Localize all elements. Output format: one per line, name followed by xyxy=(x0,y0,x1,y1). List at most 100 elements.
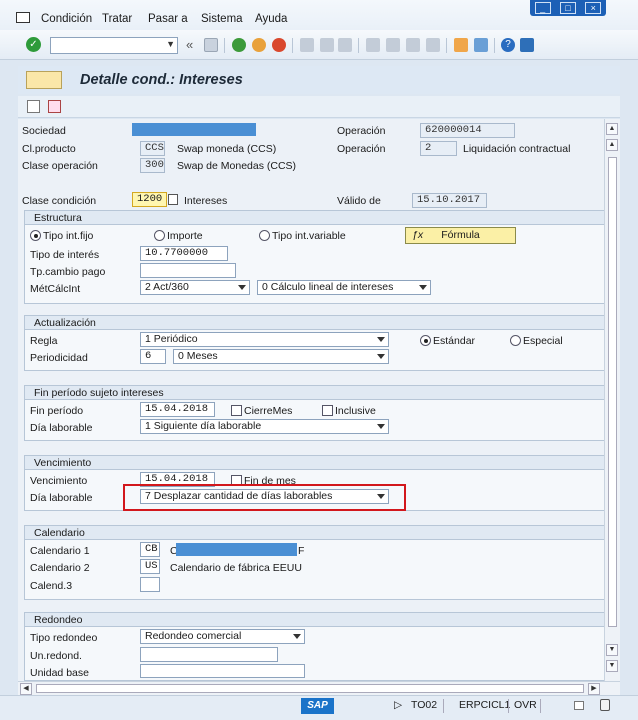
tipo-interes-field[interactable]: 10.7700000 xyxy=(140,246,228,261)
radio-tipo-int-fijo[interactable] xyxy=(30,230,41,241)
regla-dropdown[interactable]: 1 Periódico xyxy=(140,332,389,347)
metcalc-dropdown[interactable]: 2 Act/360 xyxy=(140,280,250,295)
regla-label: Regla xyxy=(30,335,58,347)
chevron-down-icon xyxy=(293,634,301,639)
scroll-thumb[interactable] xyxy=(36,684,584,693)
app-menu-icon[interactable] xyxy=(16,12,30,23)
window-controls: _ □ × xyxy=(530,0,606,16)
new-session-icon[interactable] xyxy=(454,38,468,52)
menu-ayuda[interactable]: Ayuda xyxy=(255,13,287,25)
metcalc-label: MétCálcInt xyxy=(30,283,81,295)
find-next-icon[interactable] xyxy=(338,38,352,52)
calc-lineal-dropdown[interactable]: 0 Cálculo lineal de intereses xyxy=(257,280,431,295)
clproducto-label: Cl.producto xyxy=(22,143,76,155)
scroll-down-icon[interactable]: ▼ xyxy=(606,660,618,672)
scroll-up-icon[interactable]: ▲ xyxy=(606,139,618,151)
tp-cambio-field[interactable] xyxy=(140,263,236,278)
tipo-redondeo-label: Tipo redondeo xyxy=(30,632,98,644)
tipo-redondeo-dropdown[interactable]: Redondeo comercial xyxy=(140,629,305,644)
operacion-field[interactable]: 620000014 xyxy=(420,123,515,138)
calendario1-text-suffix: F xyxy=(298,545,305,557)
value-help-icon[interactable] xyxy=(168,194,178,205)
menu-pasar-a[interactable]: Pasar a xyxy=(148,13,188,25)
shortcut-icon[interactable] xyxy=(474,38,488,52)
unredond-field[interactable] xyxy=(140,647,278,662)
help-icon[interactable]: ? xyxy=(501,38,515,52)
copy-icon[interactable] xyxy=(27,100,40,113)
horizontal-scrollbar[interactable]: ◀ ▶ xyxy=(18,681,620,695)
cierremes-checkbox[interactable] xyxy=(231,405,242,416)
meses-dropdown[interactable]: 0 Meses xyxy=(173,349,389,364)
status-field-icon[interactable] xyxy=(574,701,584,710)
close-icon[interactable]: × xyxy=(585,2,602,14)
group-title: Redondeo xyxy=(25,613,604,627)
document-icon[interactable] xyxy=(48,100,61,113)
menu-sistema[interactable]: Sistema xyxy=(201,13,243,25)
clasecond-field[interactable]: 1200 xyxy=(132,192,167,207)
vencimiento-label: Vencimiento xyxy=(30,475,88,487)
command-field[interactable]: ▼ xyxy=(50,37,178,54)
radio-label: Especial xyxy=(523,335,563,347)
valido-field[interactable]: 15.10.2017 xyxy=(412,193,487,208)
next-page-icon[interactable] xyxy=(406,38,420,52)
print-icon[interactable] xyxy=(300,38,314,52)
status-separator xyxy=(443,699,444,713)
inclusive-checkbox[interactable] xyxy=(322,405,333,416)
chevron-down-icon[interactable]: ▼ xyxy=(166,39,175,49)
checkbox-label: CierreMes xyxy=(244,405,293,417)
title-menu-icon[interactable] xyxy=(26,71,62,89)
standard-toolbar: ✓ ▼ « ? xyxy=(0,30,638,60)
minimize-icon[interactable]: _ xyxy=(534,2,551,14)
radio-label: Estándar xyxy=(433,335,476,347)
menu-tratar[interactable]: Tratar xyxy=(102,13,132,25)
scroll-right-icon[interactable]: ▶ xyxy=(588,683,600,695)
status-separator xyxy=(508,699,509,713)
calendario1-field[interactable]: CB xyxy=(140,542,160,557)
back-chevron-icon[interactable]: « xyxy=(186,37,193,52)
radio-label: Tipo int.variable xyxy=(272,230,346,242)
dia-laborable-dropdown[interactable]: 1 Siguiente día laborable xyxy=(140,419,389,434)
lock-icon[interactable] xyxy=(600,699,610,711)
dia-laborable-label: Día laborable xyxy=(30,492,93,504)
valido-label: Válido de xyxy=(337,195,381,207)
enter-icon[interactable]: ✓ xyxy=(26,37,41,52)
cancel-icon[interactable] xyxy=(272,38,286,52)
clasecond-text: Intereses xyxy=(184,195,228,207)
calendario1-label: Calendario 1 xyxy=(30,545,90,557)
scroll-thumb[interactable] xyxy=(608,157,617,627)
scroll-left-icon[interactable]: ◀ xyxy=(20,683,32,695)
radio-especial[interactable] xyxy=(510,335,521,346)
save-icon[interactable] xyxy=(204,38,218,52)
vertical-scrollbar[interactable]: ▲ ▲ ▼ ▼ xyxy=(604,119,620,681)
formula-button[interactable]: ƒx Fórmula xyxy=(405,227,516,244)
claseop-field[interactable]: 300 xyxy=(140,158,165,173)
calendario2-field[interactable]: US xyxy=(140,559,160,574)
previous-page-icon[interactable] xyxy=(386,38,400,52)
highlight-box xyxy=(123,484,406,511)
checkbox-label: Inclusive xyxy=(335,405,376,417)
clproducto-field[interactable]: CCS xyxy=(140,141,165,156)
scroll-up-icon[interactable]: ▲ xyxy=(606,123,618,135)
back-icon[interactable] xyxy=(232,38,246,52)
first-page-icon[interactable] xyxy=(366,38,380,52)
menu-condicion[interactable]: Condición xyxy=(41,13,92,25)
fin-periodo-field[interactable]: 15.04.2018 xyxy=(140,402,215,417)
find-icon[interactable] xyxy=(320,38,334,52)
radio-importe[interactable] xyxy=(154,230,165,241)
tp-cambio-label: Tp.cambio pago xyxy=(30,266,106,278)
customize-layout-icon[interactable] xyxy=(520,38,534,52)
status-arrow-icon[interactable]: ▷ xyxy=(394,699,402,711)
exit-icon[interactable] xyxy=(252,38,266,52)
status-mode: OVR xyxy=(514,699,537,711)
calendario3-field[interactable] xyxy=(140,577,160,592)
operacion2-field[interactable]: 2 xyxy=(420,141,457,156)
chevron-down-icon xyxy=(238,285,246,290)
radio-tipo-int-variable[interactable] xyxy=(259,230,270,241)
scroll-down-icon[interactable]: ▼ xyxy=(606,644,618,656)
unidad-base-field[interactable] xyxy=(140,664,305,678)
radio-estandar[interactable] xyxy=(420,335,431,346)
maximize-icon[interactable]: □ xyxy=(559,2,576,14)
calendario3-label: Calend.3 xyxy=(30,580,73,592)
periodicidad-field[interactable]: 6 xyxy=(140,349,166,364)
last-page-icon[interactable] xyxy=(426,38,440,52)
